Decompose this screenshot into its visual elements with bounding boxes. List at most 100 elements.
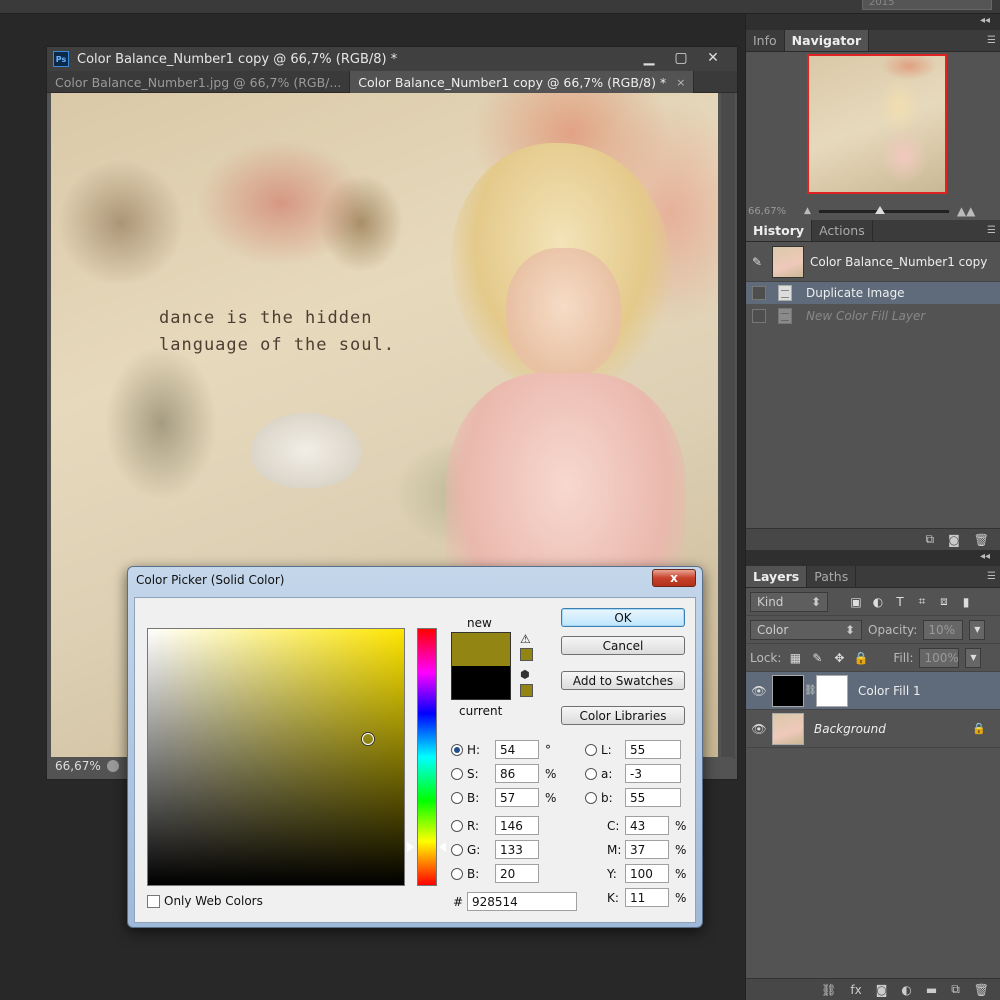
zoom-in-icon[interactable]: ▲▲ [957,204,975,218]
lock-all-icon[interactable]: 🔒 [853,650,869,666]
saturation-field[interactable]: 86 [495,764,539,783]
cancel-button[interactable]: Cancel [561,636,685,655]
type-filter-icon[interactable]: T [892,594,908,610]
visibility-eye-icon[interactable]: 👁 [746,722,772,736]
add-mask-icon[interactable]: ◙ [876,983,888,997]
minimize-button[interactable]: ▁ [633,47,665,69]
zoom-out-icon[interactable]: ▲ [804,206,811,216]
layer-color-fill-1[interactable]: 👁 ⛓ Color Fill 1 [746,672,1000,710]
blue-radio[interactable] [451,867,463,880]
blend-mode-select[interactable]: Color ⬍ [750,619,862,640]
filter-toggle-icon[interactable]: ▮ [958,594,974,610]
opacity-field[interactable]: 10% [923,619,964,640]
out-of-gamut-warning-icon[interactable]: ⚠ [520,632,531,646]
delete-state-icon[interactable]: 🗑 [974,533,989,547]
lock-image-icon[interactable]: ✎ [809,650,825,666]
close-window-button[interactable]: ✕ [697,47,729,69]
new-document-from-state-icon[interactable]: ⧉ [926,532,935,547]
dialog-titlebar[interactable]: Color Picker (Solid Color) x [128,567,702,593]
navigator-zoom-value[interactable]: 66,67% [748,206,804,217]
collapse-icon[interactable]: ◂◂ [980,551,990,562]
web-safe-cube-icon[interactable]: ⬢ [520,668,530,681]
ok-button[interactable]: OK [561,608,685,627]
lock-position-icon[interactable]: ✥ [831,650,847,666]
adjustment-layer-icon[interactable]: ◐ [901,983,911,997]
lab-l-radio[interactable] [585,743,597,756]
yellow-field[interactable]: 100 [625,864,669,883]
group-folder-icon[interactable]: ▬ [926,983,937,997]
magenta-field[interactable]: 37 [625,840,669,859]
hue-slider-right-arrow[interactable] [439,842,446,852]
red-radio[interactable] [451,819,463,832]
history-brush-source-box[interactable] [752,286,766,300]
current-color-swatch[interactable] [451,666,511,700]
delete-layer-icon[interactable]: 🗑 [974,983,989,997]
mask-link-icon[interactable]: ⛓ [804,685,817,696]
fill-dropdown-icon[interactable]: ▼ [965,647,982,668]
fill-field[interactable]: 100% [919,647,960,668]
opacity-dropdown-icon[interactable]: ▼ [969,619,986,640]
vertical-scrollbar[interactable] [721,93,735,759]
saturation-radio[interactable] [451,767,463,780]
panel-menu-icon[interactable]: ☰ [987,571,996,582]
smart-object-filter-icon[interactable]: ⧈ [936,594,952,610]
blue-field[interactable]: 20 [495,864,539,883]
tab-navigator[interactable]: Navigator [784,30,870,51]
lock-transparent-icon[interactable]: ▦ [787,650,803,666]
shape-filter-icon[interactable]: ⌗ [914,594,930,610]
color-fill-thumbnail[interactable] [772,674,804,707]
tab-actions[interactable]: Actions [812,220,873,241]
hue-slider-left-arrow[interactable] [407,842,414,852]
history-item-duplicate-image[interactable]: Duplicate Image [746,282,1000,304]
color-libraries-button[interactable]: Color Libraries [561,706,685,725]
add-to-swatches-button[interactable]: Add to Swatches [561,671,685,690]
new-snapshot-icon[interactable]: ◙ [948,533,960,547]
tab-close-icon[interactable]: × [676,76,685,89]
panel-header[interactable]: ◂◂ [746,14,1000,30]
red-field[interactable]: 146 [495,816,539,835]
adjustment-filter-icon[interactable]: ◐ [870,594,886,610]
layer-background[interactable]: 👁 Background 🔒 [746,710,1000,748]
hue-field[interactable]: 54 [495,740,539,759]
lab-b-radio[interactable] [585,791,597,804]
web-safe-color-swatch[interactable] [520,684,533,697]
gamut-color-swatch[interactable] [520,648,533,661]
status-info-icon[interactable] [106,760,119,772]
color-selector-ring[interactable] [362,733,374,745]
lab-a-field[interactable]: -3 [625,764,681,783]
fx-icon[interactable]: fx [850,983,861,997]
brightness-field[interactable]: 57 [495,788,539,807]
lab-l-field[interactable]: 55 [625,740,681,759]
history-item-new-color-fill-layer[interactable]: New Color Fill Layer [746,304,1000,328]
brightness-radio[interactable] [451,791,463,804]
maximize-button[interactable]: ▢ [665,47,697,69]
tab-paths[interactable]: Paths [807,566,857,587]
panel-header[interactable]: ◂◂ [746,550,1000,566]
tab-info[interactable]: Info [746,30,785,51]
saturation-brightness-field[interactable] [147,628,405,886]
document-titlebar[interactable]: Ps Color Balance_Number1 copy @ 66,7% (R… [47,47,737,71]
layer-mask-thumbnail[interactable] [816,674,848,707]
tab-layers[interactable]: Layers [746,566,808,587]
history-brush-source-box[interactable] [752,309,766,323]
tab-history[interactable]: History [746,220,813,241]
green-radio[interactable] [451,843,463,856]
history-brush-icon[interactable]: ✎ [752,255,768,269]
pixel-filter-icon[interactable]: ▣ [848,594,864,610]
filter-kind-select[interactable]: Kind ⬍ [750,591,828,612]
black-field[interactable]: 11 [625,888,669,907]
zoom-slider[interactable] [818,205,949,214]
tab-original[interactable]: Color Balance_Number1.jpg @ 66,7% (RGB/.… [47,71,351,93]
hue-radio[interactable] [451,743,463,756]
link-layers-icon[interactable]: ⛓ [821,983,836,997]
hue-slider[interactable] [417,628,437,886]
new-layer-icon[interactable]: ⧉ [951,982,960,997]
tab-copy[interactable]: Color Balance_Number1 copy @ 66,7% (RGB/… [350,71,695,93]
zoom-level[interactable]: 66,67% [55,759,101,773]
zoom-slider-knob[interactable] [874,205,885,214]
panel-menu-icon[interactable]: ☰ [987,225,996,236]
background-thumbnail[interactable] [772,712,804,745]
visibility-eye-icon[interactable]: 👁 [746,684,772,698]
history-snapshot[interactable]: ✎ Color Balance_Number1 copy [746,242,1000,282]
year-field[interactable]: 2015 [862,0,992,10]
